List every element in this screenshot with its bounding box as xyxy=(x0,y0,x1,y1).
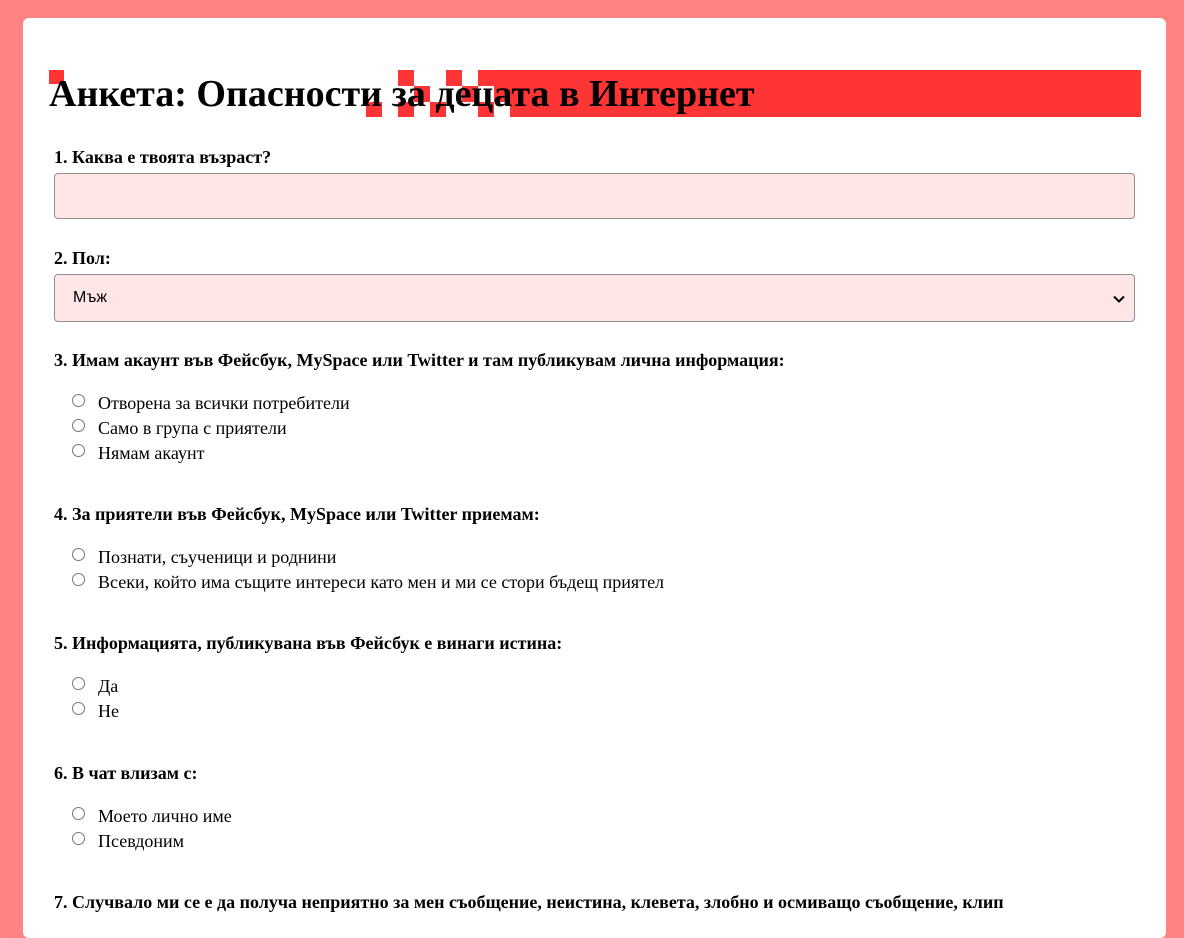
question-5-label: 5. Информацията, публикувана във Фейсбук… xyxy=(54,633,563,653)
radio-option-label: Всеки, който има същите интереси като ме… xyxy=(98,572,665,592)
question-4-label: 4. За приятели във Фейсбук, MySpace или … xyxy=(54,504,540,524)
page-title: Анкета: Опасности за децата в Интернет xyxy=(49,73,755,115)
gender-select-value: Мъж xyxy=(73,289,108,306)
radio-button[interactable] xyxy=(72,548,85,561)
question-6-label: 6. В чат влизам с: xyxy=(54,763,198,783)
question-2-label: 2. Пол: xyxy=(54,248,111,268)
radio-option-label: Нямам акаунт xyxy=(98,443,205,463)
radio-option-label: Само в група с приятели xyxy=(98,418,287,438)
radio-button[interactable] xyxy=(72,807,85,820)
gender-select[interactable]: Мъж xyxy=(54,274,1135,322)
radio-option-label: Моето лично име xyxy=(98,806,232,826)
radio-button[interactable] xyxy=(72,677,85,690)
radio-option-label: Познати, съученици и роднини xyxy=(98,547,337,567)
radio-button[interactable] xyxy=(72,394,85,407)
radio-button[interactable] xyxy=(72,702,85,715)
radio-option-label: Псевдоним xyxy=(98,831,185,851)
radio-option-label: Да xyxy=(98,676,119,696)
radio-option-label: Отворена за всички потребители xyxy=(98,393,350,413)
radio-button[interactable] xyxy=(72,419,85,432)
radio-button[interactable] xyxy=(72,832,85,845)
question-7-label: 7. Случвало ми се е да получа неприятно … xyxy=(54,892,1004,912)
question-1-label: 1. Каква е твоята възраст? xyxy=(54,147,272,167)
radio-button[interactable] xyxy=(72,573,85,586)
radio-button[interactable] xyxy=(72,444,85,457)
chevron-down-icon xyxy=(1113,295,1125,303)
radio-option-label: Не xyxy=(98,701,119,721)
age-input[interactable] xyxy=(54,173,1135,219)
question-3-label: 3. Имам акаунт във Фейсбук, MySpace или … xyxy=(54,350,785,370)
